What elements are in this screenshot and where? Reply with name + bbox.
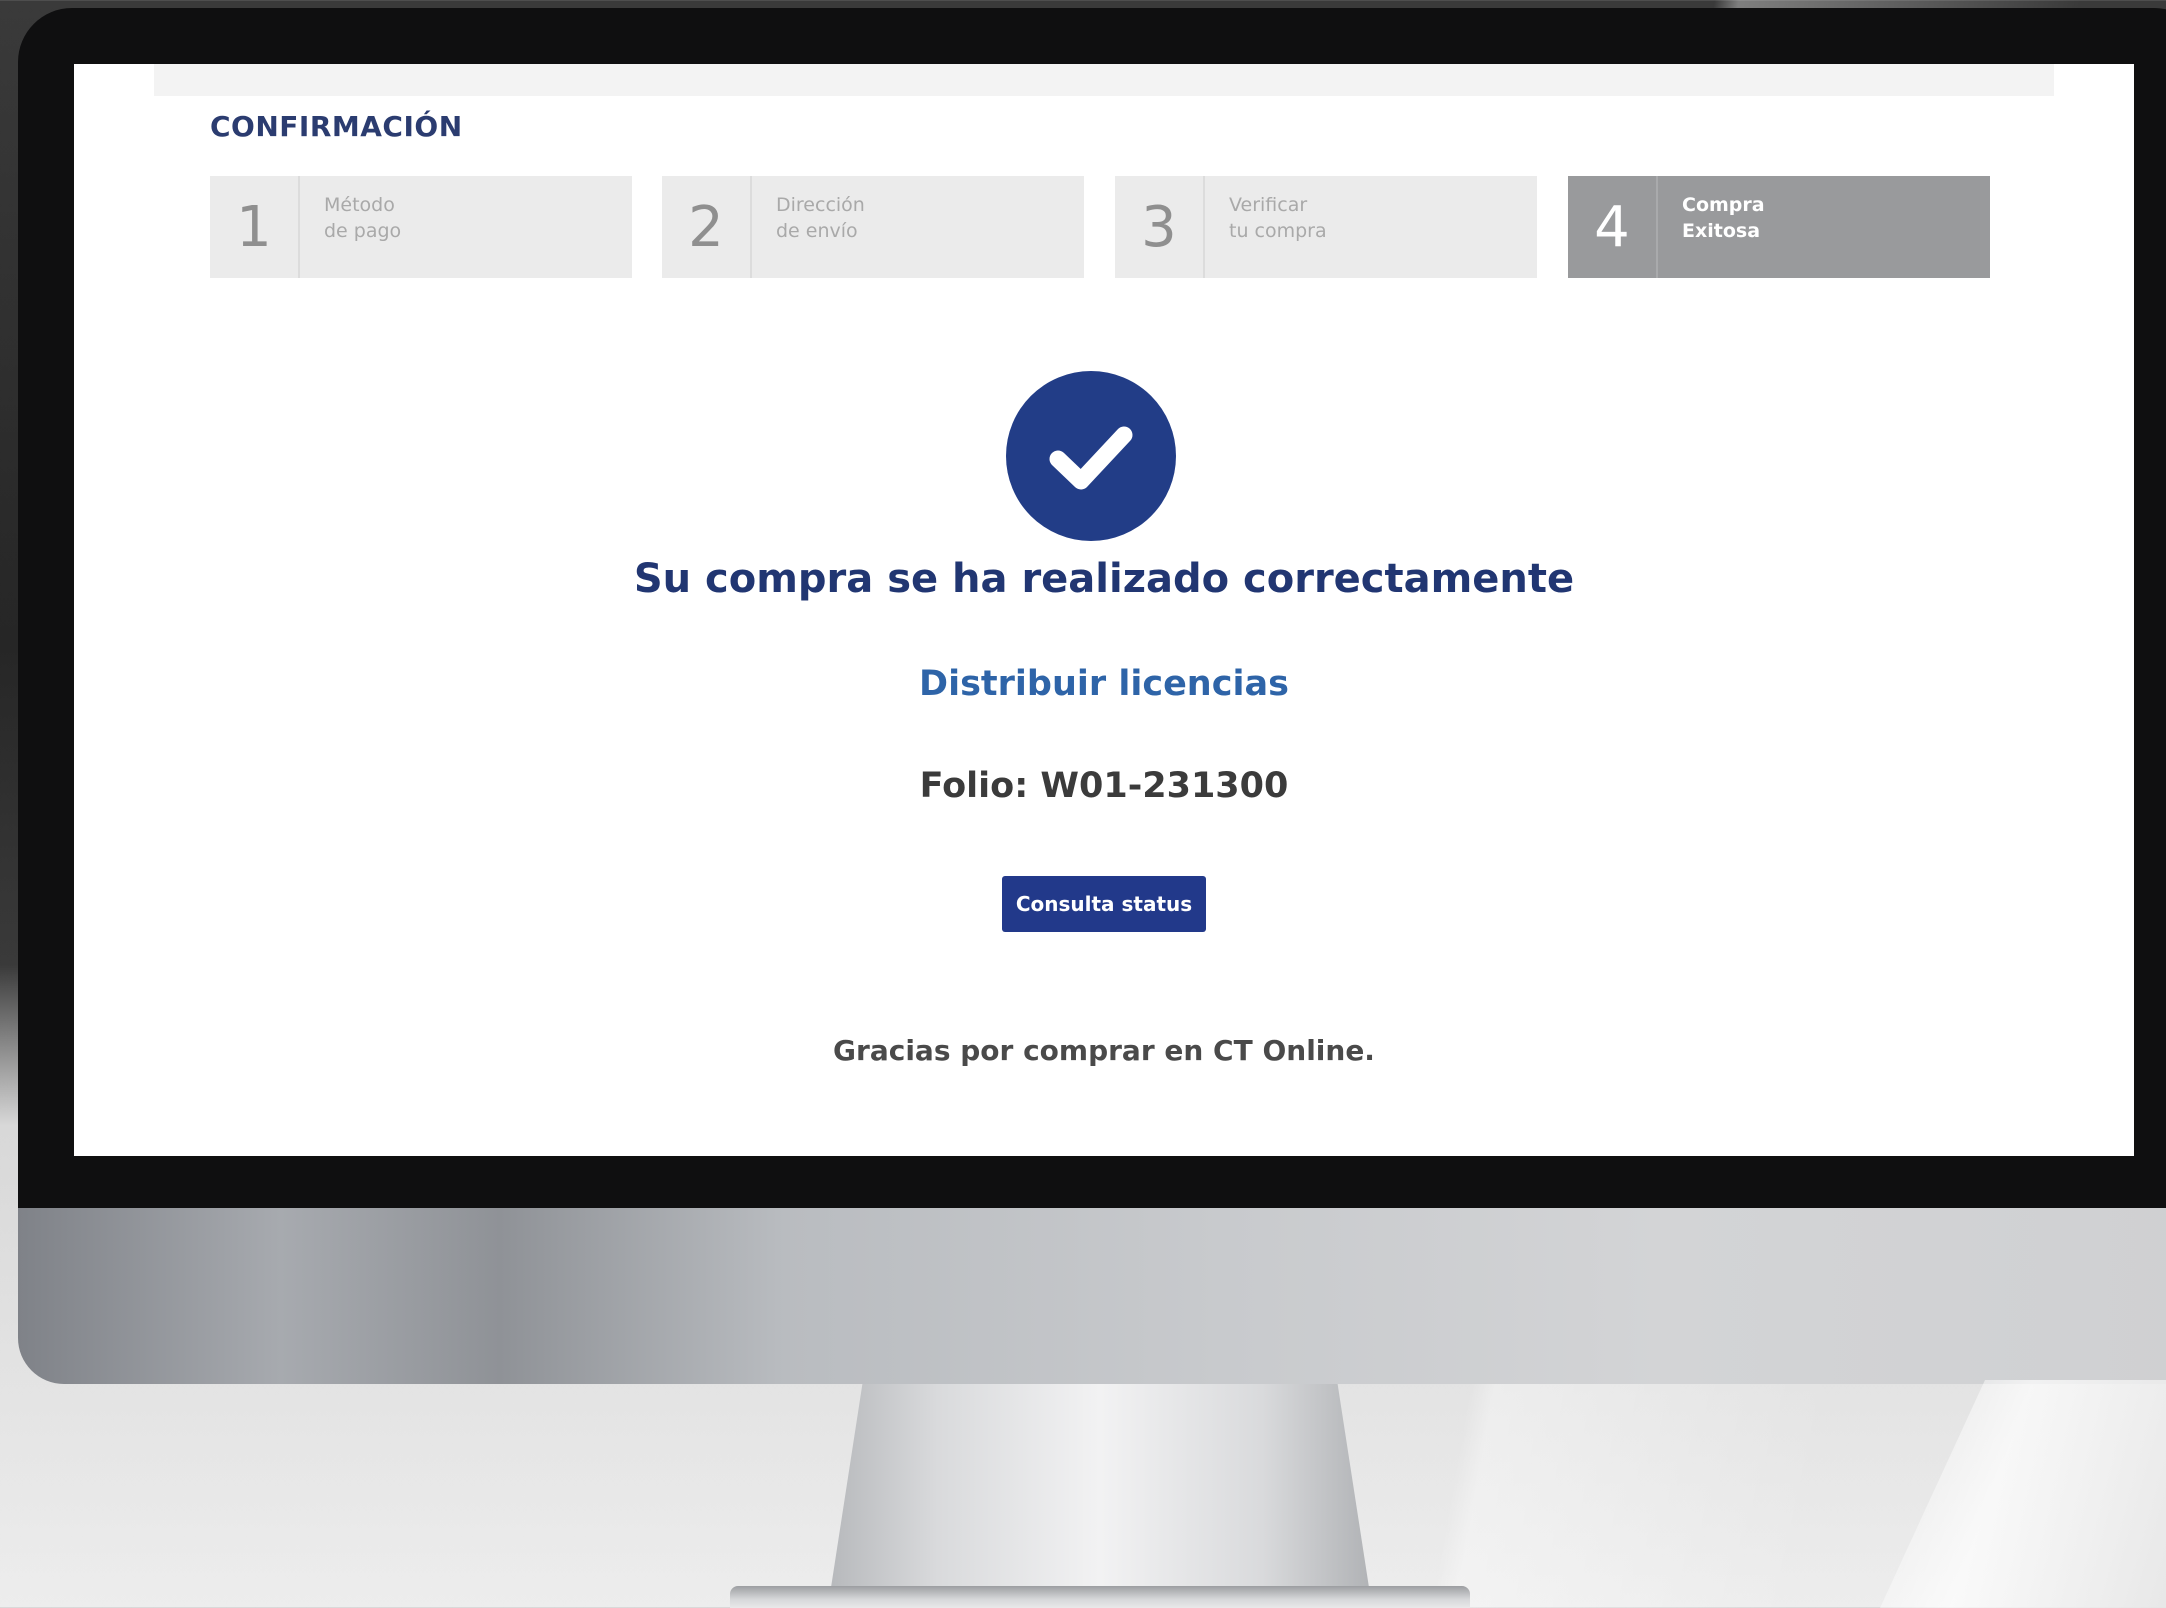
step-label-line1: Dirección (776, 194, 865, 216)
step-number: 3 (1115, 176, 1205, 278)
step-number: 1 (210, 176, 300, 278)
step-shipping-address[interactable]: 2 Dirección de envío (662, 176, 1084, 278)
step-label-line2: de pago (324, 220, 402, 242)
checkout-steps: 1 Método de pago 2 Dirección de envío 3 … (210, 176, 1990, 278)
step-label-line2: tu compra (1229, 220, 1327, 242)
thank-you-message: Gracias por comprar en CT Online. (833, 1034, 1375, 1067)
check-status-button[interactable]: Consulta status (1002, 876, 1206, 932)
step-label-line1: Verificar (1229, 194, 1308, 216)
step-payment-method[interactable]: 1 Método de pago (210, 176, 632, 278)
step-label: Dirección de envío (752, 192, 865, 244)
background-reflection (1880, 1380, 2166, 1608)
step-label-line1: Método (324, 194, 395, 216)
status-button-container: Consulta status (74, 876, 2134, 932)
step-label-line2: de envío (776, 220, 858, 242)
order-folio: Folio: W01-231300 (919, 766, 1289, 806)
step-label: Compra Exitosa (1658, 192, 1765, 244)
header-strip (154, 64, 2054, 96)
step-label-line2: Exitosa (1682, 220, 1761, 242)
monitor-chin (18, 1208, 2166, 1384)
monitor-screen: CONFIRMACIÓN 1 Método de pago 2 Direcció… (74, 64, 2134, 1156)
step-label: Verificar tu compra (1205, 192, 1327, 244)
monitor-stand (830, 1384, 1370, 1594)
success-message: Su compra se ha realizado correctamente (633, 556, 1575, 602)
step-verify-purchase[interactable]: 3 Verificar tu compra (1115, 176, 1537, 278)
step-label: Método de pago (300, 192, 401, 244)
checkmark-icon (1049, 426, 1133, 490)
step-label-line1: Compra (1682, 194, 1765, 216)
check-circle-icon (1006, 371, 1176, 541)
step-number: 4 (1568, 176, 1658, 278)
distribute-licenses-link[interactable]: Distribuir licencias (74, 664, 2134, 704)
step-number: 2 (662, 176, 752, 278)
monitor-stand-base (730, 1586, 1470, 1608)
step-purchase-success: 4 Compra Exitosa (1568, 176, 1990, 278)
page-title: CONFIRMACIÓN (210, 110, 463, 143)
